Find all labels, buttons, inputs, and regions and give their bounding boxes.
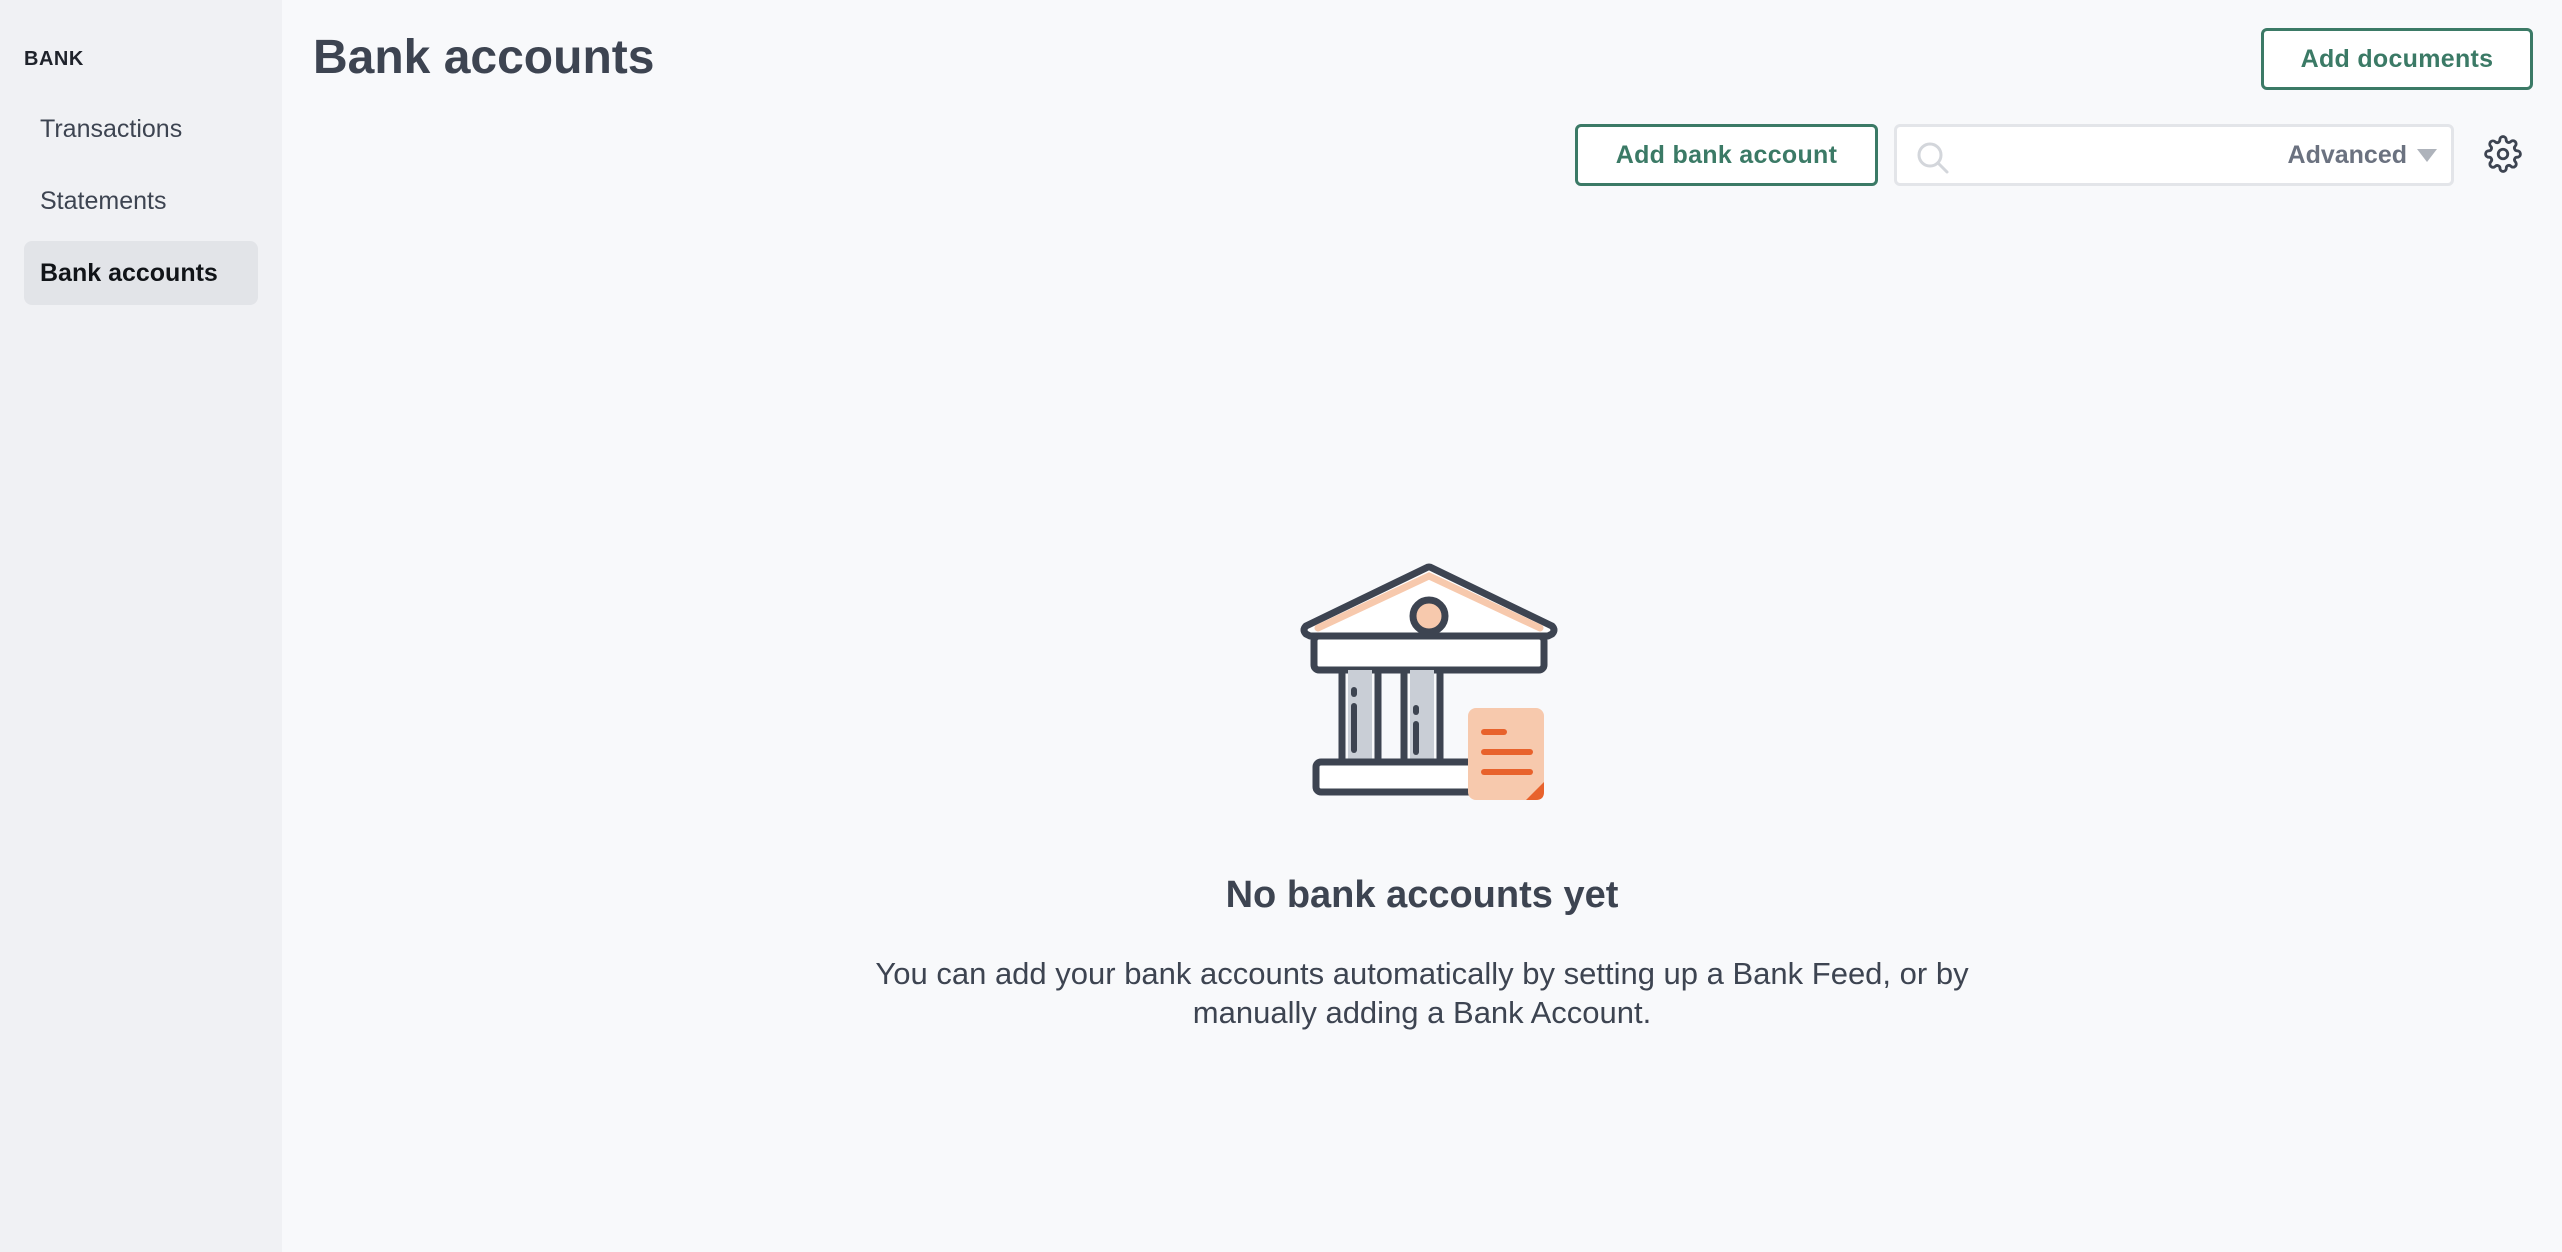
caret-down-icon <box>2417 148 2437 162</box>
main-content: Bank accounts Add documents Add bank acc… <box>282 0 2562 1252</box>
advanced-label: Advanced <box>2287 140 2407 169</box>
search-input[interactable] <box>1959 133 2259 177</box>
sidebar-heading: BANK <box>24 48 84 70</box>
search-icon <box>1917 142 1949 174</box>
empty-state-title: No bank accounts yet <box>1225 874 1619 916</box>
search-box: Advanced <box>1894 124 2454 186</box>
page-title: Bank accounts <box>313 31 655 84</box>
empty-state-description: You can add your bank accounts automatic… <box>875 956 1969 1030</box>
add-documents-button[interactable]: Add documents <box>2261 28 2533 90</box>
sidebar-item-statements[interactable]: Statements <box>24 169 258 233</box>
sidebar: BANK Transactions Statements Bank accoun… <box>0 0 282 1252</box>
sidebar-item-transactions[interactable]: Transactions <box>24 97 258 161</box>
advanced-search-toggle[interactable]: Advanced <box>2288 127 2437 183</box>
sidebar-item-bank-accounts[interactable]: Bank accounts <box>24 241 258 305</box>
app-root: BANK Transactions Statements Bank accoun… <box>0 0 2562 1252</box>
gear-icon[interactable] <box>2484 135 2522 173</box>
bank-building-illustration <box>1300 563 1558 800</box>
add-bank-account-button[interactable]: Add bank account <box>1575 124 1878 186</box>
